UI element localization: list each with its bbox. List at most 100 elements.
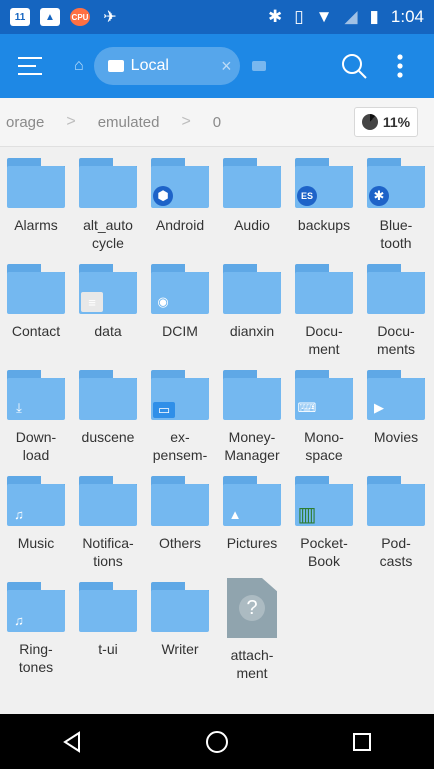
- data-icon: ≡: [81, 292, 103, 312]
- music-note-icon: ♫: [14, 612, 24, 628]
- no-signal-icon: ◢: [344, 7, 358, 26]
- folder-label: t-ui: [98, 641, 118, 657]
- breadcrumb: orage > emulated > 0 11%: [0, 98, 434, 147]
- typewriter-icon: ⌨: [297, 400, 317, 415]
- folder-item-attachment[interactable]: ? attach-ment: [216, 578, 288, 682]
- tab-local[interactable]: Local ×: [93, 47, 240, 85]
- folder-icon: [79, 370, 137, 420]
- home-button[interactable]: [187, 714, 247, 769]
- folder-item-music[interactable]: ♫ Music: [0, 472, 72, 552]
- folder-label: Blue-tooth: [379, 217, 413, 251]
- folder-icon: [7, 158, 65, 208]
- folder-item-pocketbook[interactable]: ▥ Pocket- Book: [288, 472, 360, 570]
- folder-item-backups[interactable]: ES backups: [288, 154, 360, 234]
- folder-icon: [223, 370, 281, 420]
- folder-icon: ⬢: [151, 158, 209, 208]
- recents-button[interactable]: [332, 714, 392, 769]
- tab-local-label: Local: [130, 57, 169, 74]
- folder-icon: [79, 476, 137, 526]
- status-bar: 11 ▲ CPU ✈ ✱ ▯ ▼ ◢ ▮ 1:04: [0, 0, 434, 34]
- folder-item-notifications[interactable]: Notifica-tions: [72, 472, 144, 570]
- folder-item-others[interactable]: Others: [144, 472, 216, 552]
- folder-label: Audio: [234, 217, 270, 233]
- folder-item-ringtones[interactable]: ♫ Ring-tones: [0, 578, 72, 676]
- folder-label: alt_auto cycle: [83, 217, 133, 251]
- status-time: 1:04: [390, 7, 424, 26]
- folder-item-audio[interactable]: Audio: [216, 154, 288, 234]
- folder-icon: [223, 264, 281, 314]
- hamburger-icon: [18, 57, 42, 75]
- folder-item-alt_autocycle[interactable]: alt_auto cycle: [72, 154, 144, 252]
- folder-icon: ES: [295, 158, 353, 208]
- crumb-0[interactable]: 0: [213, 114, 221, 131]
- crumb-storage[interactable]: orage: [6, 114, 44, 131]
- folder-item-bluetooth[interactable]: ✱ Blue-tooth: [360, 154, 432, 252]
- calendar-icon: 11: [10, 8, 30, 26]
- unknown-file-icon: ?: [227, 578, 277, 638]
- folder-label: Pictures: [226, 535, 278, 551]
- android-icon: ⬢: [153, 186, 173, 206]
- back-button[interactable]: [42, 714, 102, 769]
- folder-icon: [79, 158, 137, 208]
- folder-label: Writer: [161, 641, 199, 657]
- folder-item-writer[interactable]: Writer: [144, 578, 216, 658]
- home-icon[interactable]: ⌂: [74, 57, 84, 75]
- folder-item-expensem[interactable]: ▭ ex-pensem-: [144, 366, 216, 464]
- folder-icon: ≡: [79, 264, 137, 314]
- recents-icon: [352, 732, 371, 751]
- folder-label: Pod-casts: [379, 535, 413, 569]
- folder-item-data[interactable]: ≡ data: [72, 260, 144, 340]
- storage-usage-button[interactable]: 11%: [354, 107, 418, 137]
- folder-item-download[interactable]: ⤓ Down-load: [0, 366, 72, 464]
- more-vert-icon: [397, 54, 403, 78]
- folder-icon: ⤓: [7, 370, 65, 420]
- more-options-button[interactable]: [380, 34, 420, 98]
- folder-label: backups: [297, 217, 351, 233]
- folder-label: dianxin: [229, 323, 275, 339]
- wifi-icon: ▼: [315, 7, 333, 26]
- folder-item-t-ui[interactable]: t-ui: [72, 578, 144, 658]
- folder-item-movies[interactable]: ▶ Movies: [360, 366, 432, 446]
- folder-icon: ♫: [7, 476, 65, 526]
- folder-icon: ▭: [151, 370, 209, 420]
- folder-icon: [367, 476, 425, 526]
- search-button[interactable]: [334, 34, 374, 98]
- folder-item-duscene[interactable]: duscene: [72, 366, 144, 446]
- folder-icon: [79, 582, 137, 632]
- folder-item-moneymanager[interactable]: Money- Manager: [216, 366, 288, 464]
- folder-item-documents[interactable]: Docu-ments: [360, 260, 432, 358]
- card-icon: ▭: [153, 402, 175, 418]
- toolbar: ⌂ Local ×: [0, 34, 434, 98]
- battery-icon: ▮: [369, 7, 379, 26]
- home-circle-icon: [205, 730, 228, 753]
- folder-label: Down-load: [15, 429, 57, 463]
- folder-item-pictures[interactable]: ▲ Pictures: [216, 472, 288, 552]
- folder-item-dianxin[interactable]: dianxin: [216, 260, 288, 340]
- folder-icon: ⌨: [295, 370, 353, 420]
- system-icons: ✱ ▯ ▼ ◢ ▮ 1:04: [268, 7, 424, 27]
- folder-label: data: [94, 323, 122, 339]
- image-icon: ▲: [228, 506, 242, 522]
- folder-label: Contact: [11, 323, 61, 339]
- play-icon: ▶: [374, 400, 384, 415]
- cpu-icon: CPU: [70, 8, 90, 26]
- navigation-bar: [0, 714, 434, 769]
- folder-icon: ▥: [295, 476, 353, 526]
- crumb-emulated[interactable]: emulated: [98, 114, 160, 131]
- folder-item-dcim[interactable]: ◉ DCIM: [144, 260, 216, 340]
- folder-item-monospace[interactable]: ⌨ Mono-space: [288, 366, 360, 464]
- folder-item-podcasts[interactable]: Pod-casts: [360, 472, 432, 570]
- folder-label: duscene: [81, 429, 135, 445]
- books-icon: ▥: [297, 503, 317, 526]
- windows-icon[interactable]: [251, 61, 266, 71]
- folder-item-document[interactable]: Docu-ment: [288, 260, 360, 358]
- folder-item-android[interactable]: ⬢ Android: [144, 154, 216, 234]
- folder-label: attach-ment: [230, 647, 274, 681]
- folder-item-contact[interactable]: Contact: [0, 260, 72, 340]
- folder-label: DCIM: [162, 323, 198, 339]
- close-tab-icon[interactable]: ×: [221, 56, 232, 77]
- chevron-right-icon: >: [181, 113, 191, 130]
- folder-item-alarms[interactable]: Alarms: [0, 154, 72, 234]
- search-icon: [342, 54, 367, 79]
- menu-button[interactable]: [0, 34, 60, 98]
